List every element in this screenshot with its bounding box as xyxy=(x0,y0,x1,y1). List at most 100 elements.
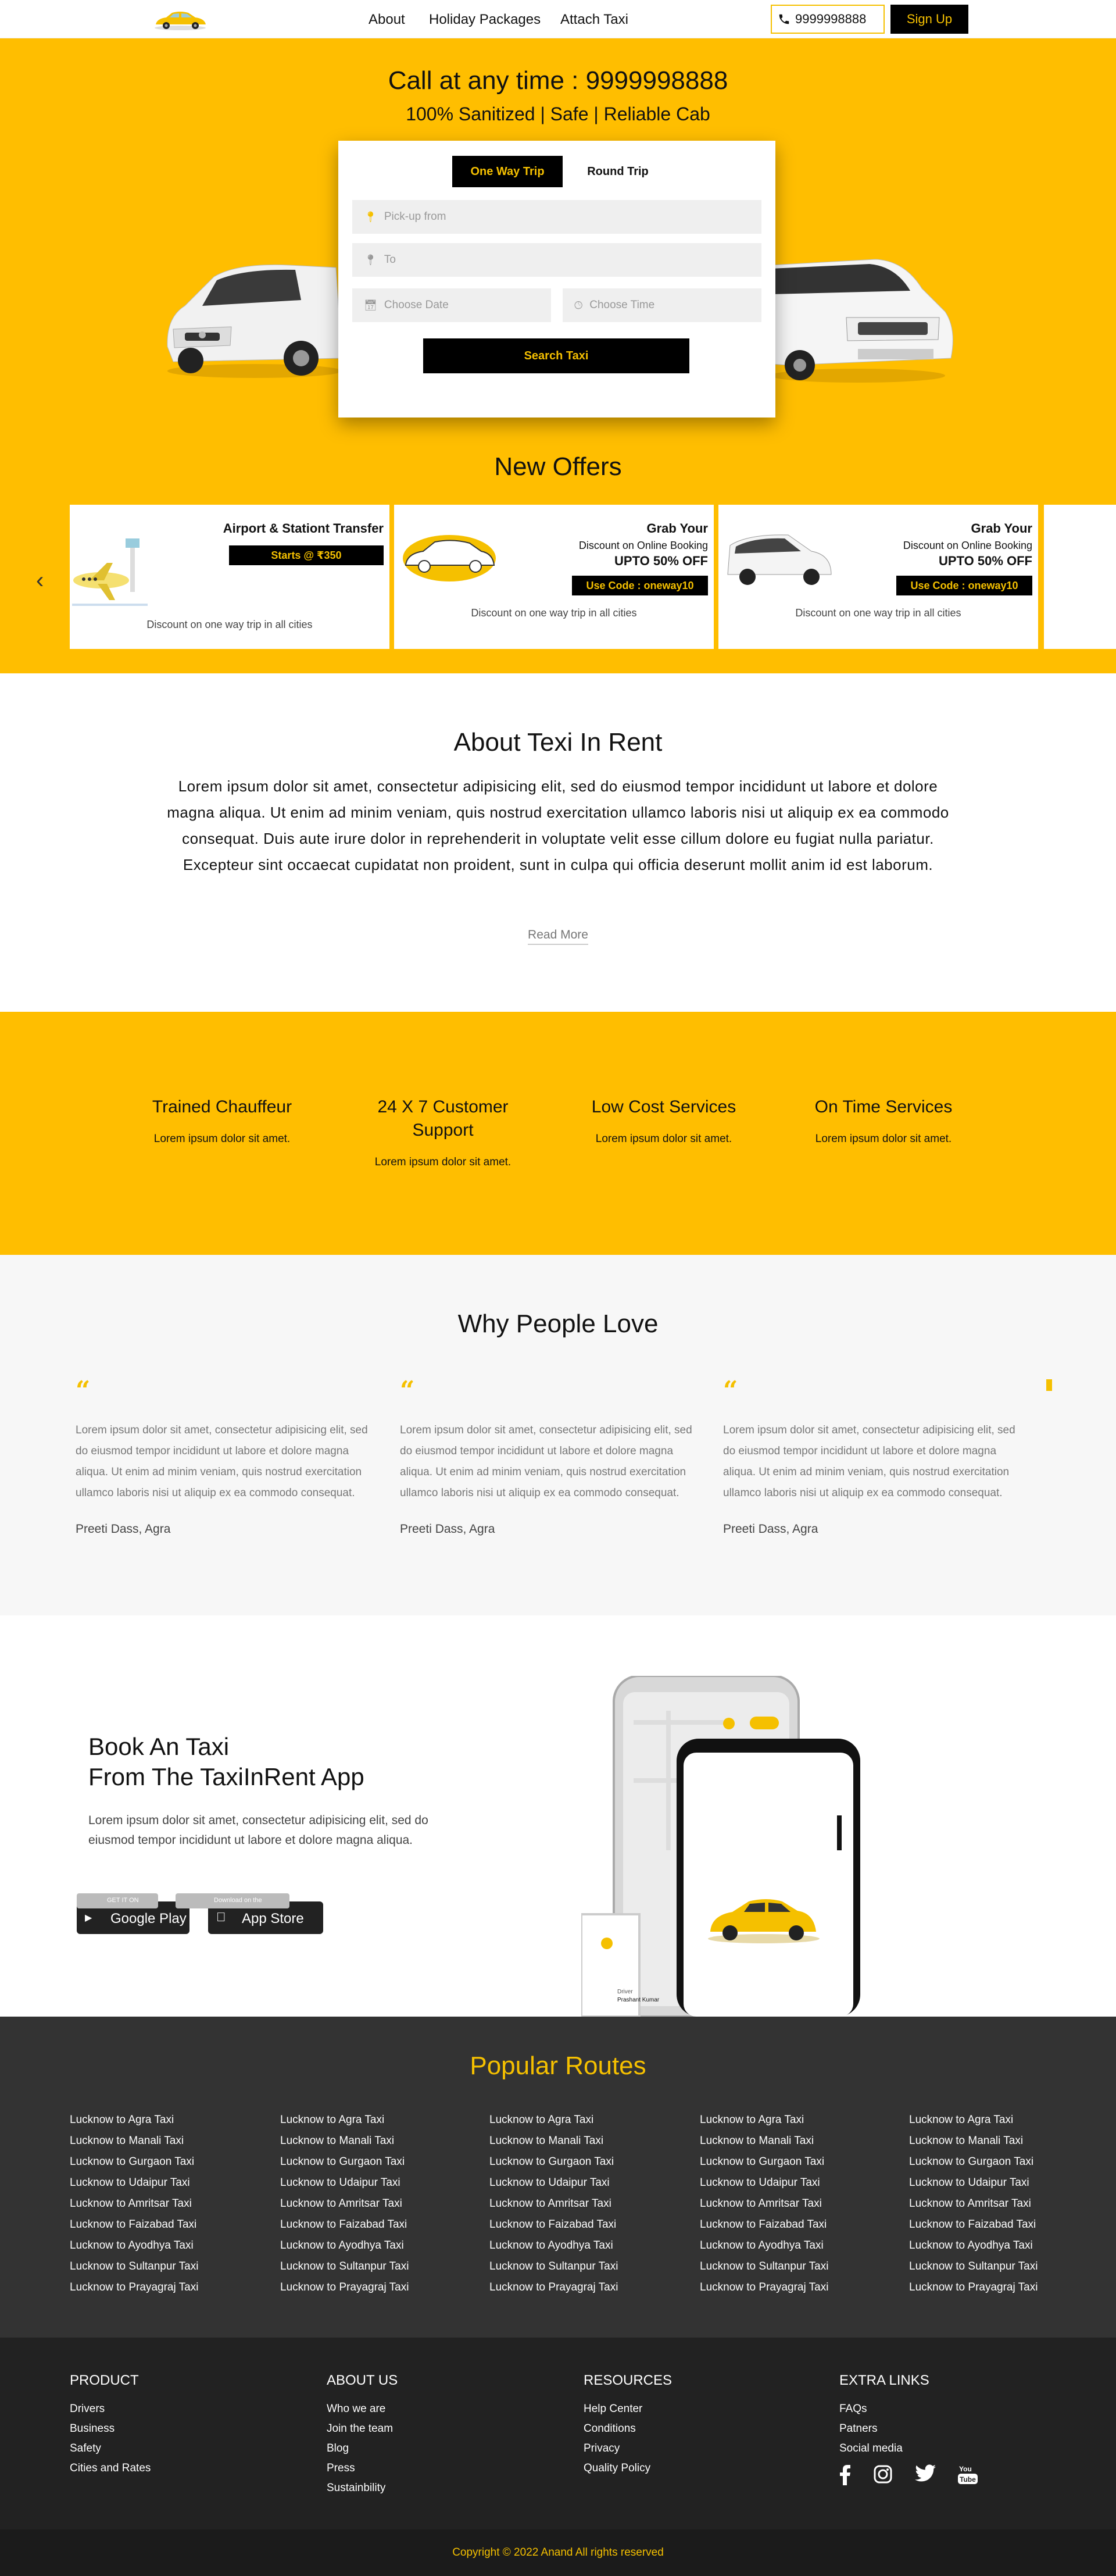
route-link[interactable]: Lucknow to Prayagraj Taxi xyxy=(489,2277,618,2298)
route-link[interactable]: Lucknow to Gurgaon Taxi xyxy=(909,2152,1038,2172)
route-link[interactable]: Lucknow to Manali Taxi xyxy=(280,2131,409,2152)
offer-card[interactable]: Airport & Stationt Transfer Starts @ ₹35… xyxy=(70,505,389,649)
tab-one-way-trip[interactable]: One Way Trip xyxy=(452,156,563,187)
route-link[interactable]: Lucknow to Faizabad Taxi xyxy=(489,2214,618,2235)
route-link[interactable]: Lucknow to Prayagraj Taxi xyxy=(909,2277,1038,2298)
route-link[interactable]: Lucknow to Amritsar Taxi xyxy=(280,2193,409,2214)
route-link[interactable]: Lucknow to Gurgaon Taxi xyxy=(280,2152,409,2172)
route-link[interactable]: Lucknow to Ayodhya Taxi xyxy=(280,2235,409,2256)
testimonial-author: Preeti Dass, Agra xyxy=(400,1522,495,1536)
route-link[interactable]: Lucknow to Amritsar Taxi xyxy=(700,2193,828,2214)
route-link[interactable]: Lucknow to Agra Taxi xyxy=(280,2110,409,2131)
pickup-input[interactable]: 📍︎ Pick-up from xyxy=(352,200,761,234)
route-link[interactable]: Lucknow to Udaipur Taxi xyxy=(489,2172,618,2193)
taxi-logo[interactable] xyxy=(152,8,208,31)
offer-card-partial[interactable] xyxy=(1044,505,1116,649)
offer-card[interactable]: Grab Your Discount on Online Booking UPT… xyxy=(394,505,714,649)
route-link[interactable]: Lucknow to Ayodhya Taxi xyxy=(489,2235,618,2256)
footer-link[interactable]: Safety xyxy=(70,2439,151,2459)
footer-link[interactable]: Who we are xyxy=(327,2399,398,2419)
footer-link[interactable]: Business xyxy=(70,2419,151,2439)
route-link[interactable]: Lucknow to Ayodhya Taxi xyxy=(700,2235,828,2256)
taxi-illustration xyxy=(403,535,496,581)
route-link[interactable]: Lucknow to Amritsar Taxi xyxy=(489,2193,618,2214)
footer-link[interactable]: Drivers xyxy=(70,2399,151,2419)
nav-link-about[interactable]: About xyxy=(369,12,405,28)
phone-contact[interactable]: 9999998888 xyxy=(771,5,885,34)
quote-icon: “ xyxy=(76,1376,91,1405)
route-link[interactable]: Lucknow to Sultanpur Taxi xyxy=(280,2256,409,2277)
carousel-prev-icon[interactable]: ‹ xyxy=(36,568,44,594)
footer-link[interactable]: Social media xyxy=(839,2439,929,2459)
instagram-icon[interactable] xyxy=(873,2464,893,2484)
route-link[interactable]: Lucknow to Prayagraj Taxi xyxy=(70,2277,198,2298)
facebook-icon[interactable] xyxy=(839,2464,851,2485)
footer-link[interactable]: Quality Policy xyxy=(584,2459,672,2478)
about-title: About Texi In Rent xyxy=(453,728,663,757)
hero-title: Call at any time : 9999998888 xyxy=(388,66,728,95)
route-link[interactable]: Lucknow to Prayagraj Taxi xyxy=(280,2277,409,2298)
driver-caption: Driver xyxy=(617,1989,633,1995)
footer-link[interactable]: Privacy xyxy=(584,2439,672,2459)
route-link[interactable]: Lucknow to Ayodhya Taxi xyxy=(909,2235,1038,2256)
route-link[interactable]: Lucknow to Sultanpur Taxi xyxy=(909,2256,1038,2277)
youtube-icon[interactable]: You Tube xyxy=(958,2464,978,2485)
route-link[interactable]: Lucknow to Udaipur Taxi xyxy=(700,2172,828,2193)
route-link[interactable]: Lucknow to Sultanpur Taxi xyxy=(70,2256,198,2277)
route-link[interactable]: Lucknow to Sultanpur Taxi xyxy=(700,2256,828,2277)
read-more-link[interactable]: Read More xyxy=(528,928,588,945)
route-link[interactable]: Lucknow to Manali Taxi xyxy=(700,2131,828,2152)
footer-link[interactable]: Blog xyxy=(327,2439,398,2459)
offer-title: Airport & Stationt Transfer xyxy=(223,521,384,536)
route-link[interactable]: Lucknow to Prayagraj Taxi xyxy=(700,2277,828,2298)
route-link[interactable]: Lucknow to Udaipur Taxi xyxy=(280,2172,409,2193)
route-link[interactable]: Lucknow to Gurgaon Taxi xyxy=(700,2152,828,2172)
route-link[interactable]: Lucknow to Agra Taxi xyxy=(70,2110,198,2131)
footer-link[interactable]: Sustainbility xyxy=(327,2478,398,2498)
phone-mockup-illustration: Driver Prashant Kumar xyxy=(581,1676,860,2017)
footer-link[interactable]: Join the team xyxy=(327,2419,398,2439)
google-play-button[interactable]: GET IT ON ▶ Google Play xyxy=(77,1893,189,1934)
nav-link-holiday-packages[interactable]: Holiday Packages xyxy=(429,12,541,28)
footer-link[interactable]: Help Center xyxy=(584,2399,672,2419)
footer-link[interactable]: Conditions xyxy=(584,2419,672,2439)
route-link[interactable]: Lucknow to Agra Taxi xyxy=(700,2110,828,2131)
route-link[interactable]: Lucknow to Gurgaon Taxi xyxy=(489,2152,618,2172)
route-link[interactable]: Lucknow to Amritsar Taxi xyxy=(70,2193,198,2214)
destination-input[interactable]: 📍︎ To xyxy=(352,243,761,277)
footer-link[interactable]: FAQs xyxy=(839,2399,929,2419)
footer-link[interactable]: Press xyxy=(327,2459,398,2478)
routes-title: Popular Routes xyxy=(470,2051,646,2080)
offers-title: New Offers xyxy=(494,452,622,481)
route-link[interactable]: Lucknow to Agra Taxi xyxy=(489,2110,618,2131)
route-link[interactable]: Lucknow to Faizabad Taxi xyxy=(700,2214,828,2235)
twitter-icon[interactable] xyxy=(915,2464,936,2482)
route-link[interactable]: Lucknow to Amritsar Taxi xyxy=(909,2193,1038,2214)
offer-title: Grab Your xyxy=(646,521,708,536)
svg-text:You: You xyxy=(959,2465,972,2473)
route-link[interactable]: Lucknow to Manali Taxi xyxy=(909,2131,1038,2152)
route-link[interactable]: Lucknow to Faizabad Taxi xyxy=(70,2214,198,2235)
route-link[interactable]: Lucknow to Udaipur Taxi xyxy=(70,2172,198,2193)
route-link[interactable]: Lucknow to Udaipur Taxi xyxy=(909,2172,1038,2193)
signup-button[interactable]: Sign Up xyxy=(890,5,968,34)
route-link[interactable]: Lucknow to Manali Taxi xyxy=(489,2131,618,2152)
footer-link[interactable]: Patners xyxy=(839,2419,929,2439)
offer-card[interactable]: Grab Your Discount on Online Booking UPT… xyxy=(718,505,1038,649)
feature-title: Low Cost Services xyxy=(591,1097,736,1116)
social-links: You Tube xyxy=(839,2464,978,2485)
time-input[interactable]: 🕒︎ Choose Time xyxy=(563,288,761,322)
route-link[interactable]: Lucknow to Faizabad Taxi xyxy=(909,2214,1038,2235)
route-link[interactable]: Lucknow to Gurgaon Taxi xyxy=(70,2152,198,2172)
route-link[interactable]: Lucknow to Faizabad Taxi xyxy=(280,2214,409,2235)
tab-round-trip[interactable]: Round Trip xyxy=(568,156,667,187)
route-link[interactable]: Lucknow to Ayodhya Taxi xyxy=(70,2235,198,2256)
route-link[interactable]: Lucknow to Sultanpur Taxi xyxy=(489,2256,618,2277)
nav-link-attach-taxi[interactable]: Attach Taxi xyxy=(560,12,628,28)
route-link[interactable]: Lucknow to Manali Taxi xyxy=(70,2131,198,2152)
footer-link[interactable]: Cities and Rates xyxy=(70,2459,151,2478)
search-taxi-button[interactable]: Search Taxi xyxy=(423,338,689,373)
route-link[interactable]: Lucknow to Agra Taxi xyxy=(909,2110,1038,2131)
app-store-button[interactable]: Download on the  App Store xyxy=(176,1893,323,1934)
date-input[interactable]: 📅︎ Choose Date xyxy=(352,288,551,322)
